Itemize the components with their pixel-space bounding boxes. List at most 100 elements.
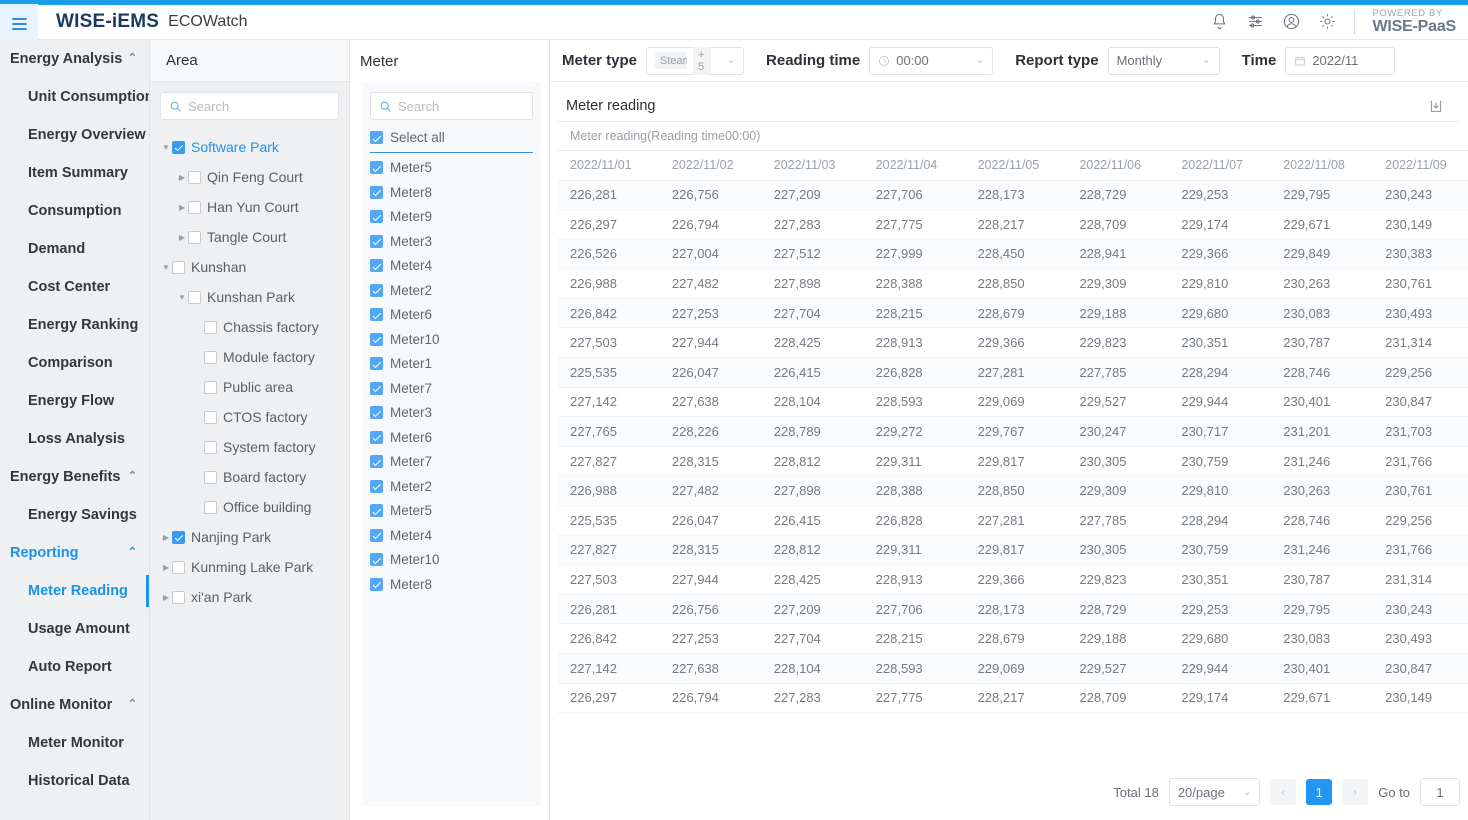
area-search-box[interactable]	[160, 92, 339, 120]
chevron-right-icon[interactable]: ▶	[176, 203, 188, 212]
meter-list-item[interactable]: Meter3	[370, 229, 533, 254]
bell-icon[interactable]	[1210, 12, 1229, 31]
area-search-input[interactable]	[188, 99, 330, 114]
prev-page-button[interactable]: ‹	[1270, 779, 1296, 805]
sidebar-item-comparison[interactable]: Comparison	[0, 344, 149, 382]
meter-select-all[interactable]: Select all	[370, 128, 533, 153]
meter-list-item[interactable]: Meter9	[370, 205, 533, 230]
tree-node[interactable]: ▶Han Yun Court	[160, 192, 339, 222]
meter-checkbox[interactable]	[370, 357, 383, 370]
page-size-select[interactable]: 20/page ⌄	[1169, 778, 1260, 806]
meter-checkbox[interactable]	[370, 553, 383, 566]
meter-checkbox[interactable]	[370, 131, 383, 144]
chevron-right-icon[interactable]: ▶	[176, 173, 188, 182]
tree-node-checkbox[interactable]	[188, 231, 201, 244]
next-page-button[interactable]: ›	[1342, 779, 1368, 805]
tree-node[interactable]: ▶Module factory	[160, 342, 339, 372]
tree-node-checkbox[interactable]	[204, 411, 217, 424]
meter-checkbox[interactable]	[370, 333, 383, 346]
meter-checkbox[interactable]	[370, 431, 383, 444]
sidebar-item-energy-overview[interactable]: Energy Overview	[0, 116, 149, 154]
chevron-down-icon[interactable]: ▼	[176, 293, 188, 302]
sidebar-item-meter-reading[interactable]: Meter Reading	[0, 572, 149, 610]
tree-node-checkbox[interactable]	[172, 531, 185, 544]
meter-list-item[interactable]: Meter1	[370, 352, 533, 377]
chevron-right-icon[interactable]: ▶	[160, 533, 172, 542]
meter-search-box[interactable]	[370, 92, 533, 120]
sidebar-item-energy-ranking[interactable]: Energy Ranking	[0, 306, 149, 344]
sidebar-group-online-monitor[interactable]: Online Monitor⌃	[0, 686, 149, 724]
sidebar-item-auto-report[interactable]: Auto Report	[0, 648, 149, 686]
account-icon[interactable]	[1282, 12, 1301, 31]
sidebar-item-energy-savings[interactable]: Energy Savings	[0, 496, 149, 534]
tree-node-checkbox[interactable]	[204, 441, 217, 454]
download-icon[interactable]	[1428, 98, 1444, 114]
meter-list-item[interactable]: Meter8	[370, 572, 533, 597]
meter-checkbox[interactable]	[370, 259, 383, 272]
meter-list-item[interactable]: Meter10	[370, 327, 533, 352]
menu-toggle-button[interactable]	[0, 4, 38, 44]
meter-checkbox[interactable]	[370, 284, 383, 297]
tree-node-checkbox[interactable]	[204, 321, 217, 334]
sidebar-group-energy-benefits[interactable]: Energy Benefits⌃	[0, 458, 149, 496]
meter-list-item[interactable]: Meter5	[370, 499, 533, 524]
tree-node[interactable]: ▶System factory	[160, 432, 339, 462]
meter-checkbox[interactable]	[370, 186, 383, 199]
report-type-select[interactable]: Monthly ⌄	[1108, 47, 1220, 75]
gear-icon[interactable]	[1318, 12, 1337, 31]
sidebar-item-cost-center[interactable]: Cost Center	[0, 268, 149, 306]
tree-node[interactable]: ▶Tangle Court	[160, 222, 339, 252]
sidebar-item-demand[interactable]: Demand	[0, 230, 149, 268]
meter-list-item[interactable]: Meter4	[370, 254, 533, 279]
tree-node-checkbox[interactable]	[204, 381, 217, 394]
time-picker[interactable]: 2022/11	[1285, 47, 1395, 75]
meter-checkbox[interactable]	[370, 578, 383, 591]
tree-node[interactable]: ▶Qin Feng Court	[160, 162, 339, 192]
meter-type-tag[interactable]: Steam ✕	[655, 52, 687, 69]
meter-checkbox[interactable]	[370, 161, 383, 174]
meter-list-item[interactable]: Meter4	[370, 523, 533, 548]
meter-type-select[interactable]: Steam ✕ + 5 ⌄	[646, 47, 744, 75]
meter-checkbox[interactable]	[370, 504, 383, 517]
sidebar-item-energy-flow[interactable]: Energy Flow	[0, 382, 149, 420]
tree-node[interactable]: ▶Board factory	[160, 462, 339, 492]
chevron-down-icon[interactable]: ▼	[160, 263, 172, 272]
meter-list-item[interactable]: Meter2	[370, 278, 533, 303]
meter-checkbox[interactable]	[370, 308, 383, 321]
tree-node-checkbox[interactable]	[172, 591, 185, 604]
tree-node[interactable]: ▶Nanjing Park	[160, 522, 339, 552]
tree-node-checkbox[interactable]	[188, 171, 201, 184]
tree-node-checkbox[interactable]	[188, 291, 201, 304]
sidebar-item-meter-monitor[interactable]: Meter Monitor	[0, 724, 149, 762]
tree-node[interactable]: ▶Office building	[160, 492, 339, 522]
page-number-1[interactable]: 1	[1306, 779, 1332, 805]
meter-list-item[interactable]: Meter6	[370, 425, 533, 450]
meter-list-item[interactable]: Meter10	[370, 548, 533, 573]
sidebar-group-energy-analysis[interactable]: Energy Analysis⌃	[0, 40, 149, 78]
meter-list-item[interactable]: Meter7	[370, 376, 533, 401]
sidebar-item-consumption[interactable]: Consumption	[0, 192, 149, 230]
chevron-right-icon[interactable]: ▶	[176, 233, 188, 242]
goto-page-input[interactable]: 1	[1420, 778, 1460, 806]
tree-node[interactable]: ▼Kunshan	[160, 252, 339, 282]
meter-list-item[interactable]: Meter2	[370, 474, 533, 499]
sidebar-item-loss-analysis[interactable]: Loss Analysis	[0, 420, 149, 458]
tree-node[interactable]: ▶CTOS factory	[160, 402, 339, 432]
meter-list-item[interactable]: Meter7	[370, 450, 533, 475]
meter-checkbox[interactable]	[370, 480, 383, 493]
tree-node-checkbox[interactable]	[204, 501, 217, 514]
meter-search-input[interactable]	[398, 99, 524, 114]
tree-node[interactable]: ▼Kunshan Park	[160, 282, 339, 312]
meter-checkbox[interactable]	[370, 210, 383, 223]
chevron-down-icon[interactable]: ▼	[160, 143, 172, 152]
sidebar-item-unit-consumption[interactable]: Unit Consumption	[0, 78, 149, 116]
tree-node[interactable]: ▼Software Park	[160, 132, 339, 162]
tree-node-checkbox[interactable]	[204, 351, 217, 364]
tree-node-checkbox[interactable]	[172, 561, 185, 574]
meter-reading-table-wrap[interactable]: Meter reading(Reading time00:00) 2022/11…	[550, 122, 1468, 820]
meter-list-item[interactable]: Meter5	[370, 156, 533, 181]
sidebar-group-reporting[interactable]: Reporting⌃	[0, 534, 149, 572]
tree-node[interactable]: ▶Public area	[160, 372, 339, 402]
tree-node[interactable]: ▶xi'an Park	[160, 582, 339, 612]
meter-checkbox[interactable]	[370, 529, 383, 542]
